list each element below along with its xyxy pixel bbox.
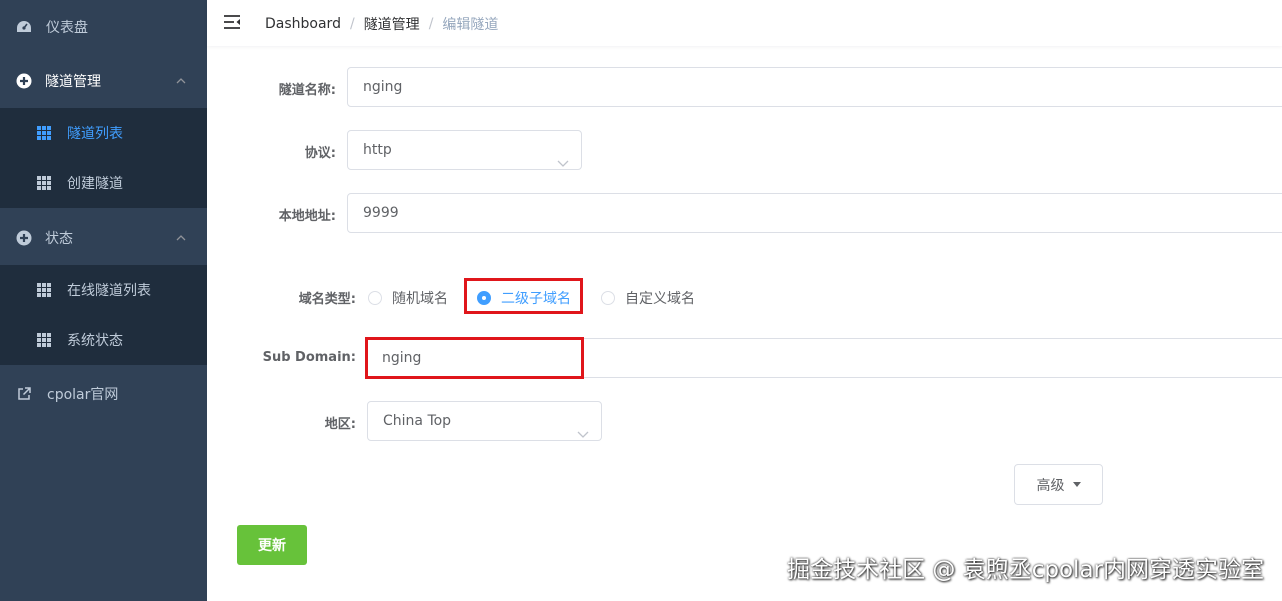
sidebar: 仪表盘 隧道管理 隧道列表 创建隧道 状态 在线隧道列表 系统状态 cpolar…	[0, 0, 207, 601]
sub-domain-label: Sub Domain:	[262, 350, 356, 365]
domain-type-label: 域名类型:	[298, 292, 356, 307]
radio-circle	[601, 291, 615, 305]
sidebar-item-label: 仪表盘	[46, 20, 88, 36]
protocol-value: http	[363, 142, 392, 158]
radio-label: 自定义域名	[625, 291, 695, 307]
breadcrumb-separator: /	[349, 16, 355, 32]
radio-circle	[368, 291, 382, 305]
breadcrumb-dashboard[interactable]: Dashboard	[265, 16, 341, 32]
protocol-label: 协议:	[304, 146, 336, 161]
radio-custom-domain[interactable]: 自定义域名	[601, 288, 695, 308]
grid-icon	[37, 333, 51, 347]
sidebar-item-label: 在线隧道列表	[67, 283, 151, 299]
submenu-status: 在线隧道列表 系统状态	[0, 265, 207, 365]
sidebar-item-label: cpolar官网	[47, 387, 119, 403]
sidebar-item-label: 创建隧道	[67, 176, 123, 192]
region-label: 地区:	[324, 417, 356, 432]
chevron-up-icon	[175, 75, 187, 87]
sidebar-item-tunnel-list[interactable]: 隧道列表	[0, 108, 207, 158]
breadcrumb: Dashboard / 隧道管理 / 编辑隧道	[265, 14, 498, 34]
breadcrumb-separator: /	[428, 16, 434, 32]
sidebar-item-label: 状态	[45, 231, 73, 247]
chevron-down-icon	[557, 145, 569, 167]
radio-label: 随机域名	[392, 291, 448, 307]
circle-plus-icon	[16, 73, 32, 89]
sidebar-item-label: 隧道管理	[45, 74, 101, 90]
submenu-tunnel-management: 隧道列表 创建隧道	[0, 108, 207, 208]
sidebar-item-create-tunnel[interactable]: 创建隧道	[0, 158, 207, 208]
sidebar-item-cpolar-site[interactable]: cpolar官网	[0, 367, 207, 421]
advanced-button[interactable]: 高级	[1014, 464, 1103, 505]
chevron-down-icon	[577, 416, 589, 438]
region-select[interactable]: China Top	[367, 401, 602, 441]
sidebar-item-system-status[interactable]: 系统状态	[0, 315, 207, 365]
tunnel-name-input[interactable]: nging	[347, 67, 1282, 107]
protocol-select[interactable]: http	[347, 130, 582, 170]
circle-plus-icon	[16, 230, 32, 246]
highlight-box-subdomain-input	[365, 337, 584, 379]
advanced-button-label: 高级	[1036, 477, 1065, 494]
external-link-icon	[16, 386, 32, 402]
watermark: 掘金技术社区 @ 袁煦丞cpolar内网穿透实验室	[787, 557, 1264, 583]
breadcrumb-tunnel-management[interactable]: 隧道管理	[364, 14, 420, 34]
grid-icon	[37, 283, 51, 297]
caret-down-icon	[1072, 482, 1081, 487]
sidebar-item-online-tunnels[interactable]: 在线隧道列表	[0, 265, 207, 315]
breadcrumb-edit-tunnel: 编辑隧道	[442, 17, 499, 33]
radio-random-domain[interactable]: 随机域名	[368, 288, 448, 308]
sidebar-item-tunnel-management[interactable]: 隧道管理	[0, 54, 207, 108]
chevron-up-icon	[175, 232, 187, 244]
dashboard-gauge-icon	[16, 19, 32, 35]
update-button[interactable]: 更新	[237, 525, 307, 565]
hamburger-icon[interactable]	[223, 13, 241, 31]
tunnel-name-label: 隧道名称:	[278, 83, 336, 98]
grid-icon	[37, 176, 51, 190]
sidebar-item-dashboard[interactable]: 仪表盘	[0, 0, 207, 54]
sidebar-item-status[interactable]: 状态	[0, 211, 207, 265]
local-address-label: 本地地址:	[278, 209, 336, 224]
sidebar-item-label: 系统状态	[67, 333, 123, 349]
grid-icon	[37, 126, 51, 140]
highlight-box-subdomain-radio	[464, 278, 583, 314]
sidebar-item-label: 隧道列表	[67, 126, 123, 142]
navbar: Dashboard / 隧道管理 / 编辑隧道	[207, 0, 1282, 46]
region-value: China Top	[383, 413, 452, 429]
local-address-input[interactable]: 9999	[347, 193, 1282, 233]
